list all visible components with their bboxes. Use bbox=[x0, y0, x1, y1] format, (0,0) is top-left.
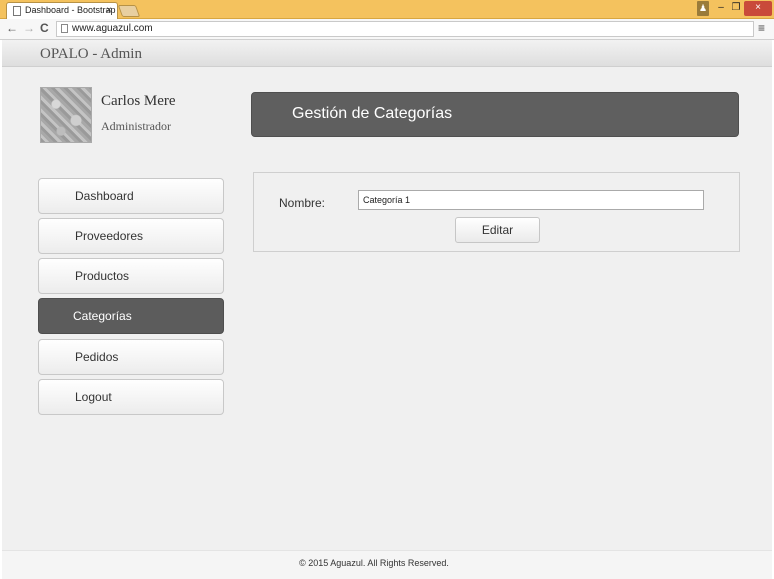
sidebar-item-categorias[interactable]: Categorías bbox=[38, 298, 224, 334]
address-bar[interactable]: www.aguazul.com bbox=[56, 21, 754, 37]
close-window-button[interactable]: × bbox=[744, 1, 772, 16]
page-icon bbox=[61, 24, 68, 33]
tab-close-icon[interactable]: × bbox=[106, 5, 112, 16]
edit-button[interactable]: Editar bbox=[455, 217, 540, 243]
menu-icon[interactable]: ≡ bbox=[758, 21, 765, 35]
sidebar-item-logout[interactable]: Logout bbox=[38, 379, 224, 415]
tab-title: Dashboard - Bootstrap Ac bbox=[25, 5, 118, 15]
footer: © 2015 Aguazul. All Rights Reserved. bbox=[2, 550, 772, 579]
top-navbar: OPALO - Admin bbox=[2, 40, 772, 67]
profile-role: Administrador bbox=[101, 119, 171, 133]
name-input[interactable] bbox=[358, 190, 704, 210]
back-arrow-icon[interactable]: ← bbox=[6, 21, 18, 35]
restore-button[interactable]: ❐ bbox=[729, 1, 743, 16]
browser-tab[interactable]: Dashboard - Bootstrap Ac × bbox=[6, 2, 118, 19]
name-label: Nombre: bbox=[279, 196, 326, 210]
browser-toolbar: ← → C www.aguazul.com ≡ bbox=[0, 19, 774, 40]
url-text: www.aguazul.com bbox=[72, 23, 153, 34]
browser-titlebar: Dashboard - Bootstrap Ac × ♟ – ❐ × bbox=[0, 0, 774, 19]
footer-text: © 2015 Aguazul. All Rights Reserved. bbox=[299, 558, 449, 568]
avatar bbox=[40, 87, 92, 143]
minimize-button[interactable]: – bbox=[714, 1, 728, 16]
sidebar-item-dashboard[interactable]: Dashboard bbox=[38, 178, 224, 214]
sidebar-item-productos[interactable]: Productos bbox=[38, 258, 224, 294]
sidebar-item-proveedores[interactable]: Proveedores bbox=[38, 218, 224, 254]
document-icon bbox=[13, 6, 21, 16]
user-icon[interactable]: ♟ bbox=[697, 1, 709, 16]
page-title: Gestión de Categorías bbox=[292, 105, 453, 122]
brand-link[interactable]: OPALO - Admin bbox=[40, 46, 142, 63]
forward-arrow-icon[interactable]: → bbox=[23, 21, 35, 35]
sidebar-item-pedidos[interactable]: Pedidos bbox=[38, 339, 224, 375]
profile-name: Carlos Mere bbox=[101, 93, 176, 109]
new-tab-button[interactable] bbox=[117, 5, 141, 17]
reload-icon[interactable]: C bbox=[40, 21, 49, 35]
category-form: Nombre: Editar bbox=[253, 172, 740, 252]
app-page: OPALO - Admin Carlos Mere Administrador … bbox=[2, 40, 772, 579]
page-header: Gestión de Categorías bbox=[251, 92, 739, 137]
